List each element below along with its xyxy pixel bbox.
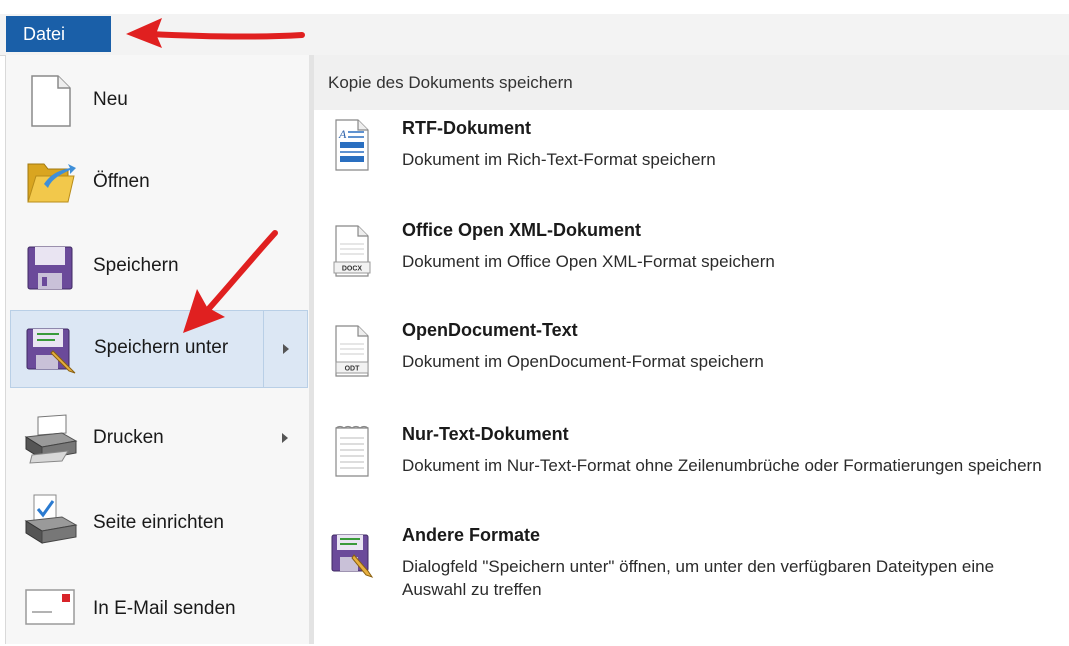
docx-label: DOCX bbox=[342, 266, 363, 273]
submenu-arrow-icon[interactable] bbox=[282, 433, 288, 443]
menu-item-label: In E-Mail senden bbox=[93, 598, 236, 619]
docx-document-icon: DOCX bbox=[333, 225, 371, 277]
menu-item-save[interactable]: Speichern bbox=[10, 228, 308, 306]
plain-text-document-icon bbox=[335, 425, 369, 477]
option-title: OpenDocument-Text bbox=[402, 320, 578, 340]
svg-text:A: A bbox=[338, 127, 347, 141]
menu-item-label: Speichern unter bbox=[94, 337, 229, 358]
option-title: Nur-Text-Dokument bbox=[402, 424, 569, 444]
menu-item-label: Speichern bbox=[93, 255, 179, 276]
option-description: Dokument im Nur-Text-Format ohne Zeilenu… bbox=[402, 456, 1042, 475]
submenu-arrow-icon[interactable] bbox=[283, 344, 289, 354]
menu-item-label: Drucken bbox=[93, 427, 164, 448]
save-as-icon bbox=[331, 534, 374, 578]
pane-divider bbox=[309, 55, 314, 644]
option-description: Dokument im OpenDocument-Format speicher… bbox=[402, 352, 764, 371]
option-title: Office Open XML-Dokument bbox=[402, 220, 642, 240]
submenu-separator bbox=[263, 311, 264, 387]
menu-item-print[interactable]: Drucken bbox=[10, 400, 308, 478]
option-description: Dokument im Rich-Text-Format speichern bbox=[402, 150, 716, 169]
menu-item-label: Öffnen bbox=[93, 171, 150, 192]
menu-item-open[interactable]: Öffnen bbox=[10, 144, 308, 222]
new-document-icon bbox=[31, 75, 71, 127]
save-as-panel-heading: Kopie des Dokuments speichern bbox=[314, 55, 1069, 110]
rtf-document-icon: A bbox=[335, 119, 369, 171]
odt-document-icon: ODT bbox=[335, 325, 369, 377]
page-setup-icon bbox=[24, 494, 78, 544]
printer-icon bbox=[24, 414, 78, 464]
save-as-icon bbox=[26, 328, 76, 374]
option-title: Andere Formate bbox=[402, 525, 541, 545]
menu-item-new[interactable]: Neu bbox=[10, 62, 308, 140]
menu-item-save-as[interactable]: Speichern unter bbox=[10, 310, 308, 388]
option-title: RTF-Dokument bbox=[402, 118, 531, 138]
menu-item-label: Seite einrichten bbox=[93, 512, 224, 533]
menu-item-page-setup[interactable]: Seite einrichten bbox=[10, 485, 308, 563]
menu-item-email[interactable]: In E-Mail senden bbox=[10, 568, 308, 646]
menu-item-label: Neu bbox=[93, 89, 128, 110]
email-icon bbox=[25, 589, 75, 625]
menu-bar: Datei bbox=[0, 0, 1069, 56]
option-description: Dialogfeld "Speichern unter" öffnen, um … bbox=[402, 557, 995, 599]
open-folder-icon bbox=[27, 163, 76, 203]
odt-label: ODT bbox=[345, 366, 361, 373]
option-description: Dokument im Office Open XML-Format speic… bbox=[402, 252, 775, 271]
top-strip bbox=[0, 0, 1069, 14]
save-disk-icon bbox=[27, 246, 73, 290]
file-tab[interactable]: Datei bbox=[6, 16, 111, 52]
